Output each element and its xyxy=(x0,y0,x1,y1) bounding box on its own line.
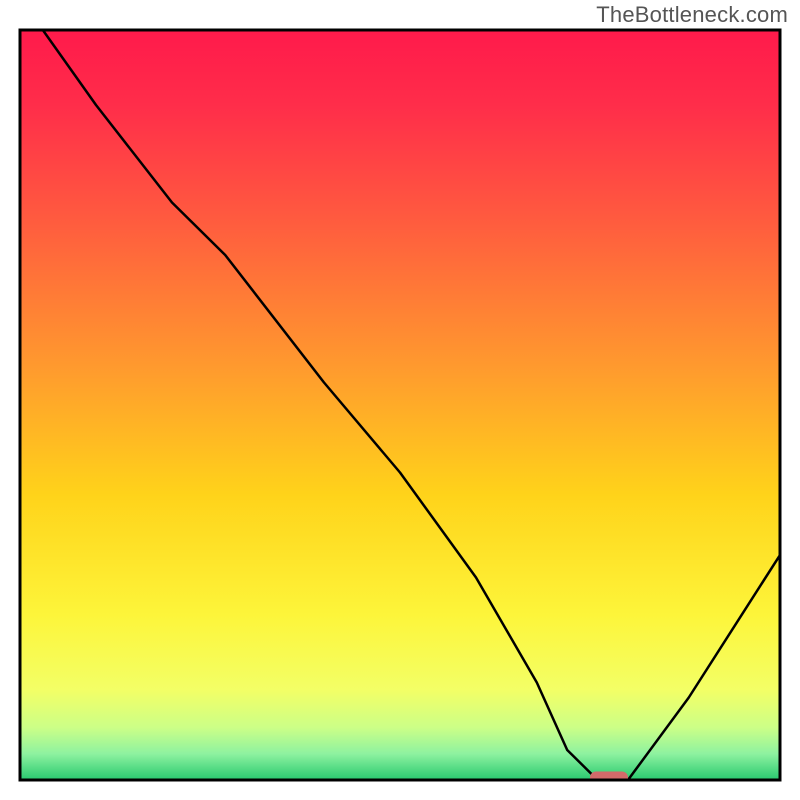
bottleneck-chart xyxy=(0,0,800,800)
chart-container: TheBottleneck.com xyxy=(0,0,800,800)
watermark-label: TheBottleneck.com xyxy=(596,2,788,28)
gradient-background xyxy=(20,30,780,780)
highlight-pill xyxy=(590,772,628,785)
